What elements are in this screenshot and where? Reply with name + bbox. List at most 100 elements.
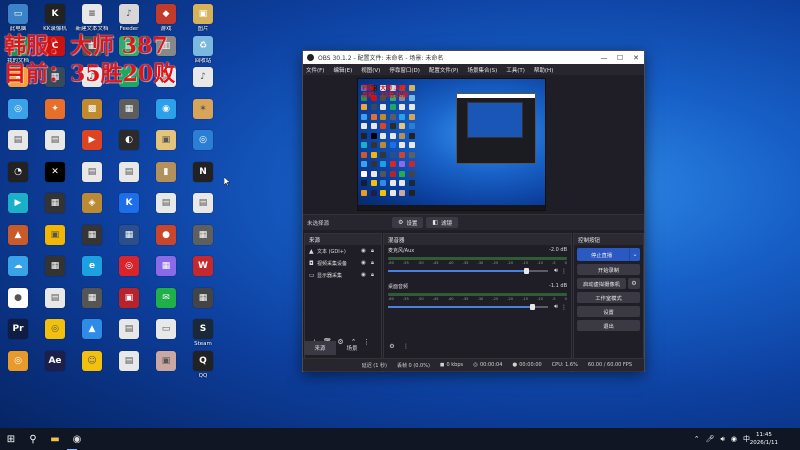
preview-icon — [361, 189, 367, 196]
volume-slider[interactable] — [388, 268, 548, 274]
app-icon: ◎ — [8, 350, 28, 371]
desktop-shortcut-label: QQ — [198, 372, 208, 379]
preview-icon — [408, 104, 415, 110]
broadcast-icon: ◎ — [473, 362, 478, 368]
preview-icon — [408, 189, 415, 196]
preview-desktop-icons — [359, 81, 459, 206]
preview-icon — [389, 104, 396, 110]
lock-icon[interactable]: 🔒︎ — [368, 260, 377, 267]
tab-sources[interactable]: 来源 — [304, 341, 336, 355]
preview-icon — [408, 180, 415, 186]
properties-button[interactable]: ⚙ 设置 — [392, 217, 424, 228]
preview-icon — [370, 161, 377, 167]
preview-icon — [389, 113, 396, 120]
speaker-icon[interactable]: 🔊︎ — [551, 267, 561, 275]
obs-titlebar[interactable]: OBS 30.1.2 - 配置文件: 未命名 - 场景: 未命名 — ☐ ✕ — [303, 51, 644, 64]
status-cpu: CPU: 1.6% — [551, 362, 578, 368]
minimize-icon[interactable]: — — [596, 51, 612, 64]
app-icon: ▦ — [193, 287, 213, 308]
app-icon: K — [45, 4, 65, 24]
microphone-icon[interactable]: 🎤︎ — [706, 435, 715, 443]
clock[interactable]: 11:45 2026/1/11 — [750, 431, 778, 447]
more-icon[interactable]: ⋮ — [399, 343, 413, 350]
source-item[interactable]: ▲ 文本 (GDI+) ◉ 🔒︎ — [305, 245, 381, 257]
record-overlay-text: 目前：35胜20败 — [4, 61, 176, 87]
exit-button[interactable]: 退出 — [577, 320, 640, 331]
eye-icon[interactable]: ◉ — [359, 260, 368, 266]
preview-icon — [399, 161, 405, 167]
more-icon[interactable]: ⋮ — [561, 268, 567, 275]
settings-button[interactable]: 设置 — [577, 306, 640, 317]
desktop-shortcut-label: 图片 — [197, 26, 209, 32]
eye-icon[interactable]: ◉ — [359, 272, 368, 278]
windows-start-icon[interactable]: ⊞ — [0, 428, 22, 450]
obs-tray-icon[interactable]: ◉ — [731, 435, 737, 443]
desktop-shortcut[interactable]: ◎ — [2, 350, 34, 391]
preview-obs-window — [456, 93, 536, 164]
speaker-icon[interactable]: 🔊︎ — [720, 435, 724, 444]
source-item[interactable]: ▭ 显示器采集 ◉ 🔒︎ — [305, 269, 381, 281]
app-icon: ▲ — [82, 319, 102, 339]
speaker-icon[interactable]: 🔊︎ — [551, 303, 561, 311]
preview-icon — [361, 170, 367, 177]
studio-mode-button[interactable]: 工作室模式 — [577, 292, 640, 303]
menu-view[interactable]: 视图(V) — [361, 66, 380, 74]
menu-file[interactable]: 文件(F) — [306, 66, 324, 74]
desktop-shortcut[interactable]: Ae — [39, 350, 71, 391]
desktop-shortcut[interactable]: ▣ — [150, 350, 182, 391]
preview-icon — [370, 104, 377, 110]
app-icon: ✉ — [156, 287, 176, 308]
desktop-shortcut[interactable]: ☺ — [76, 350, 108, 391]
preview-icon — [370, 151, 377, 158]
tab-scenes[interactable]: 场景 — [336, 341, 368, 355]
maximize-icon[interactable]: ☐ — [612, 51, 628, 64]
chevron-down-icon[interactable]: ⌄ — [629, 248, 640, 261]
app-icon: ▶ — [8, 193, 28, 213]
app-icon: ▤ — [82, 161, 102, 182]
app-icon: ✕ — [45, 161, 65, 182]
menu-profile[interactable]: 配置文件(P) — [429, 66, 459, 74]
explorer-icon[interactable]: ▬ — [44, 428, 66, 450]
mixer-track-mic: 麦克风/Aux -2.0 dB -60 -55 -50 -45 -40 -35 -30 -25… — [384, 245, 571, 277]
controls-header: 控制按钮 — [574, 234, 643, 245]
network-icon: ◼ — [439, 362, 445, 368]
stop-streaming-button[interactable]: 停止直播 ⌄ — [577, 248, 640, 261]
menu-edit[interactable]: 编辑(E) — [333, 66, 352, 74]
obs-taskbar-icon[interactable]: ◉ — [66, 428, 88, 450]
preview-icon — [389, 142, 396, 148]
mouse-cursor-icon — [224, 177, 230, 186]
volume-slider[interactable] — [388, 304, 548, 310]
chevron-up-icon[interactable]: ⌃ — [694, 435, 700, 443]
desktop-shortcut-label: 回收站 — [194, 57, 212, 64]
start-recording-button[interactable]: 开始录制 — [577, 264, 640, 275]
more-icon[interactable]: ⋮ — [561, 304, 567, 311]
filters-button[interactable]: ◧ 滤镜 — [426, 217, 459, 228]
gear-icon[interactable]: ⚙ — [385, 343, 399, 350]
preview-icon — [361, 104, 367, 110]
menu-help[interactable]: 帮助(H) — [534, 66, 553, 74]
desktop-shortcut[interactable]: ▤ — [113, 350, 145, 391]
menu-scene-collection[interactable]: 场景集合(S) — [467, 66, 497, 74]
preview-icon — [389, 123, 396, 129]
obs-title: OBS 30.1.2 - 配置文件: 未命名 - 场景: 未命名 — [318, 55, 444, 62]
preview-canvas[interactable]: 韩服：大师 387 目前：35胜20败 — [357, 78, 546, 211]
browser-icon: e — [82, 256, 102, 276]
menu-docks[interactable]: 停靠窗口(D) — [389, 66, 420, 74]
lock-icon[interactable]: 🔒︎ — [368, 272, 377, 279]
sources-header: 来源 — [305, 234, 381, 245]
desktop-shortcut[interactable]: Q QQ — [187, 350, 219, 391]
eye-icon[interactable]: ◉ — [359, 248, 368, 254]
virtual-camera-button[interactable]: 启动虚拟摄像机 — [577, 278, 626, 289]
menu-tools[interactable]: 工具(T) — [506, 66, 525, 74]
source-item[interactable]: ◘ 视频采集设备 ◉ 🔒︎ — [305, 257, 381, 269]
slider-handle[interactable] — [530, 304, 535, 310]
app-icon: ▤ — [8, 130, 28, 150]
slider-handle[interactable] — [523, 268, 529, 274]
search-icon[interactable]: ⚲ — [22, 428, 44, 450]
close-icon[interactable]: ✕ — [628, 51, 644, 64]
preview-icon — [399, 170, 405, 177]
preview-icon — [370, 142, 377, 148]
taskbar: ⊞ ⚲ ▬ ◉ ⌃ 🎤︎ 🔊︎ ◉ 中 11:45 2026/1/11 — [0, 428, 800, 450]
lock-icon[interactable]: 🔒︎ — [368, 248, 377, 255]
gear-icon[interactable]: ⚙ — [628, 278, 640, 289]
